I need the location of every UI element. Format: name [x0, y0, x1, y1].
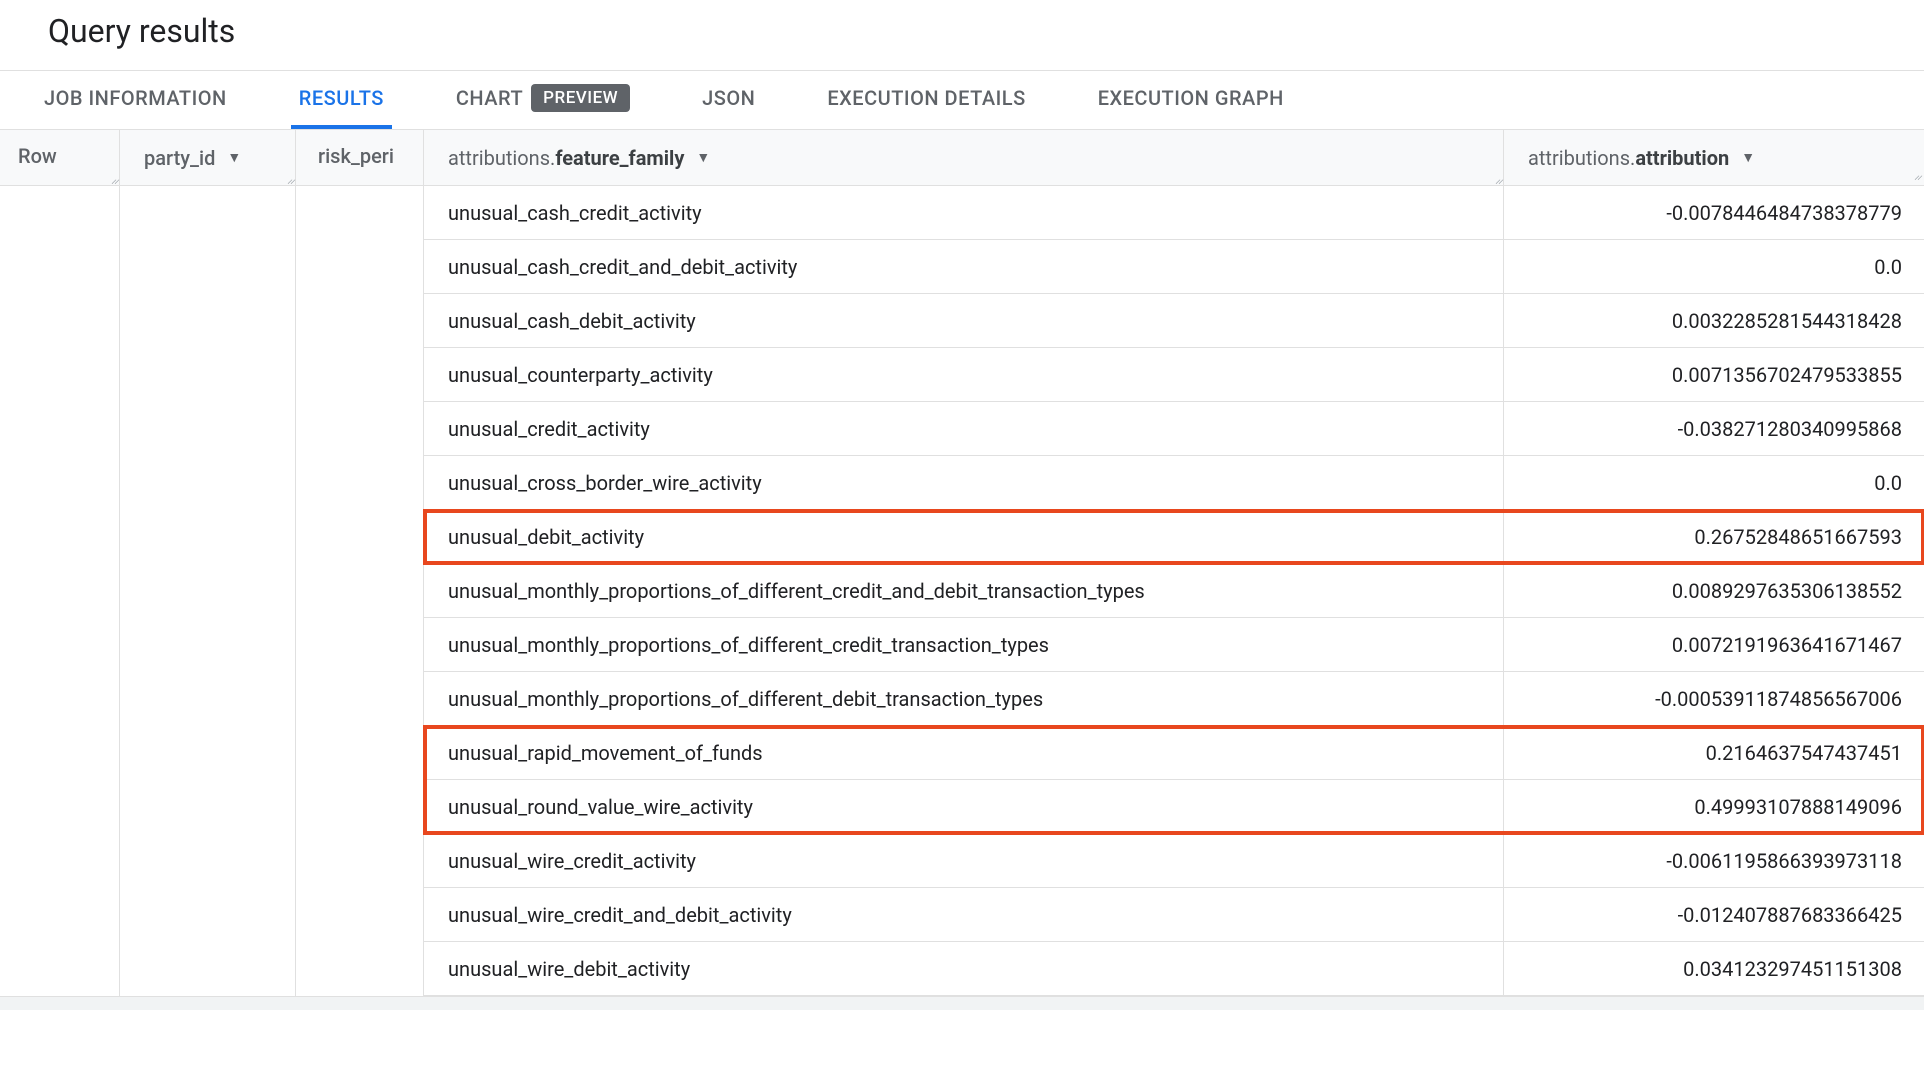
tab-chart[interactable]: CHART PREVIEW: [448, 71, 638, 129]
left-empty-columns: [0, 186, 424, 996]
table-row[interactable]: unusual_rapid_movement_of_funds0.2164637…: [424, 726, 1924, 780]
column-header-label: party_id: [144, 146, 215, 170]
cell-feature-family: unusual_wire_credit_activity: [424, 834, 1504, 887]
resize-handle-icon[interactable]: ⸝⸝: [1914, 166, 1920, 183]
cell-feature-family: unusual_debit_activity: [424, 510, 1504, 563]
page-title: Query results: [0, 0, 1924, 70]
table-row[interactable]: unusual_cross_border_wire_activity0.0: [424, 456, 1924, 510]
table-row[interactable]: unusual_wire_credit_activity-0.006119586…: [424, 834, 1924, 888]
column-header-risk-peri[interactable]: risk_peri: [296, 130, 424, 185]
cell-feature-family: unusual_cross_border_wire_activity: [424, 456, 1504, 509]
table-header-row: Row ⸝⸝ party_id ▼ ⸝⸝ risk_peri attributi…: [0, 130, 1924, 186]
column-header-feature-family[interactable]: attributions.feature_family ▼ ⸝⸝: [424, 130, 1504, 185]
resize-handle-icon[interactable]: ⸝⸝: [111, 175, 117, 183]
tab-label: JOB INFORMATION: [44, 86, 227, 110]
resize-handle-icon[interactable]: ⸝⸝: [1495, 175, 1501, 183]
cell-attribution: -0.038271280340995868: [1504, 402, 1924, 455]
table-row[interactable]: unusual_debit_activity0.2675284865166759…: [424, 510, 1924, 564]
cell-attribution: 0.0032285281544318428: [1504, 294, 1924, 347]
cell-feature-family: unusual_cash_credit_and_debit_activity: [424, 240, 1504, 293]
cell-attribution: 0.034123297451151308: [1504, 942, 1924, 995]
cell-feature-family: unusual_wire_credit_and_debit_activity: [424, 888, 1504, 941]
data-area: unusual_cash_credit_activity-0.007844648…: [0, 186, 1924, 996]
cell-feature-family: unusual_rapid_movement_of_funds: [424, 726, 1504, 779]
sort-dropdown-icon[interactable]: ▼: [227, 149, 241, 166]
column-header-label: attributions.attribution: [1528, 146, 1729, 170]
cell-attribution: 0.2164637547437451: [1504, 726, 1924, 779]
table-row[interactable]: unusual_monthly_proportions_of_different…: [424, 618, 1924, 672]
tab-label: JSON: [702, 86, 755, 110]
table-row[interactable]: unusual_cash_debit_activity0.00322852815…: [424, 294, 1924, 348]
cell-attribution: 0.0: [1504, 240, 1924, 293]
column-header-label: Row: [18, 144, 57, 168]
cell-attribution: 0.0071356702479533855: [1504, 348, 1924, 401]
tab-execution-details[interactable]: EXECUTION DETAILS: [819, 71, 1033, 129]
horizontal-scrollbar[interactable]: [0, 996, 1924, 1010]
cell-attribution: 0.49993107888149096: [1504, 780, 1924, 833]
table-row[interactable]: unusual_credit_activity-0.03827128034099…: [424, 402, 1924, 456]
preview-badge: PREVIEW: [531, 84, 630, 112]
column-header-label: risk_peri: [318, 144, 394, 168]
table-row[interactable]: unusual_monthly_proportions_of_different…: [424, 672, 1924, 726]
column-header-party-id[interactable]: party_id ▼ ⸝⸝: [120, 130, 296, 185]
cell-feature-family: unusual_monthly_proportions_of_different…: [424, 564, 1504, 617]
column-header-row[interactable]: Row ⸝⸝: [0, 130, 120, 185]
highlighted-group: unusual_debit_activity0.2675284865166759…: [424, 510, 1924, 564]
cell-attribution: 0.26752848651667593: [1504, 510, 1924, 563]
tab-json[interactable]: JSON: [694, 71, 763, 129]
data-rows-container: unusual_cash_credit_activity-0.007844648…: [424, 186, 1924, 996]
sort-dropdown-icon[interactable]: ▼: [1741, 149, 1755, 166]
cell-feature-family: unusual_cash_credit_activity: [424, 186, 1504, 239]
tab-label: RESULTS: [299, 86, 384, 110]
cell-attribution: -0.0078446484738378779: [1504, 186, 1924, 239]
tab-execution-graph[interactable]: EXECUTION GRAPH: [1090, 71, 1292, 129]
cell-feature-family: unusual_monthly_proportions_of_different…: [424, 618, 1504, 671]
tabs-bar: JOB INFORMATION RESULTS CHART PREVIEW JSON EX…: [0, 70, 1924, 130]
cell-feature-family: unusual_wire_debit_activity: [424, 942, 1504, 995]
tab-label: EXECUTION DETAILS: [827, 86, 1025, 110]
cell-feature-family: unusual_cash_debit_activity: [424, 294, 1504, 347]
table-row[interactable]: unusual_monthly_proportions_of_different…: [424, 564, 1924, 618]
cell-attribution: 0.0072191963641671467: [1504, 618, 1924, 671]
column-header-label: attributions.feature_family: [448, 146, 684, 170]
sort-dropdown-icon[interactable]: ▼: [696, 149, 710, 166]
cell-attribution: 0.0089297635306138552: [1504, 564, 1924, 617]
tab-label: CHART: [456, 86, 523, 110]
tab-results[interactable]: RESULTS: [291, 71, 392, 129]
table-row[interactable]: unusual_wire_credit_and_debit_activity-0…: [424, 888, 1924, 942]
table-row[interactable]: unusual_cash_credit_activity-0.007844648…: [424, 186, 1924, 240]
tab-job-information[interactable]: JOB INFORMATION: [36, 71, 235, 129]
cell-attribution: 0.0: [1504, 456, 1924, 509]
table-row[interactable]: unusual_wire_debit_activity0.03412329745…: [424, 942, 1924, 996]
table-row[interactable]: unusual_counterparty_activity0.007135670…: [424, 348, 1924, 402]
cell-attribution: -0.00053911874856567006: [1504, 672, 1924, 725]
table-row[interactable]: unusual_cash_credit_and_debit_activity0.…: [424, 240, 1924, 294]
tab-label: EXECUTION GRAPH: [1098, 86, 1284, 110]
table-row[interactable]: unusual_round_value_wire_activity0.49993…: [424, 780, 1924, 834]
resize-handle-icon[interactable]: ⸝⸝: [287, 175, 293, 183]
cell-attribution: -0.0061195866393973118: [1504, 834, 1924, 887]
cell-feature-family: unusual_credit_activity: [424, 402, 1504, 455]
cell-feature-family: unusual_round_value_wire_activity: [424, 780, 1504, 833]
cell-feature-family: unusual_monthly_proportions_of_different…: [424, 672, 1504, 725]
cell-attribution: -0.012407887683366425: [1504, 888, 1924, 941]
highlighted-group: unusual_rapid_movement_of_funds0.2164637…: [424, 726, 1924, 834]
column-header-attribution[interactable]: attributions.attribution ▼ ⸝⸝: [1504, 130, 1924, 185]
cell-feature-family: unusual_counterparty_activity: [424, 348, 1504, 401]
